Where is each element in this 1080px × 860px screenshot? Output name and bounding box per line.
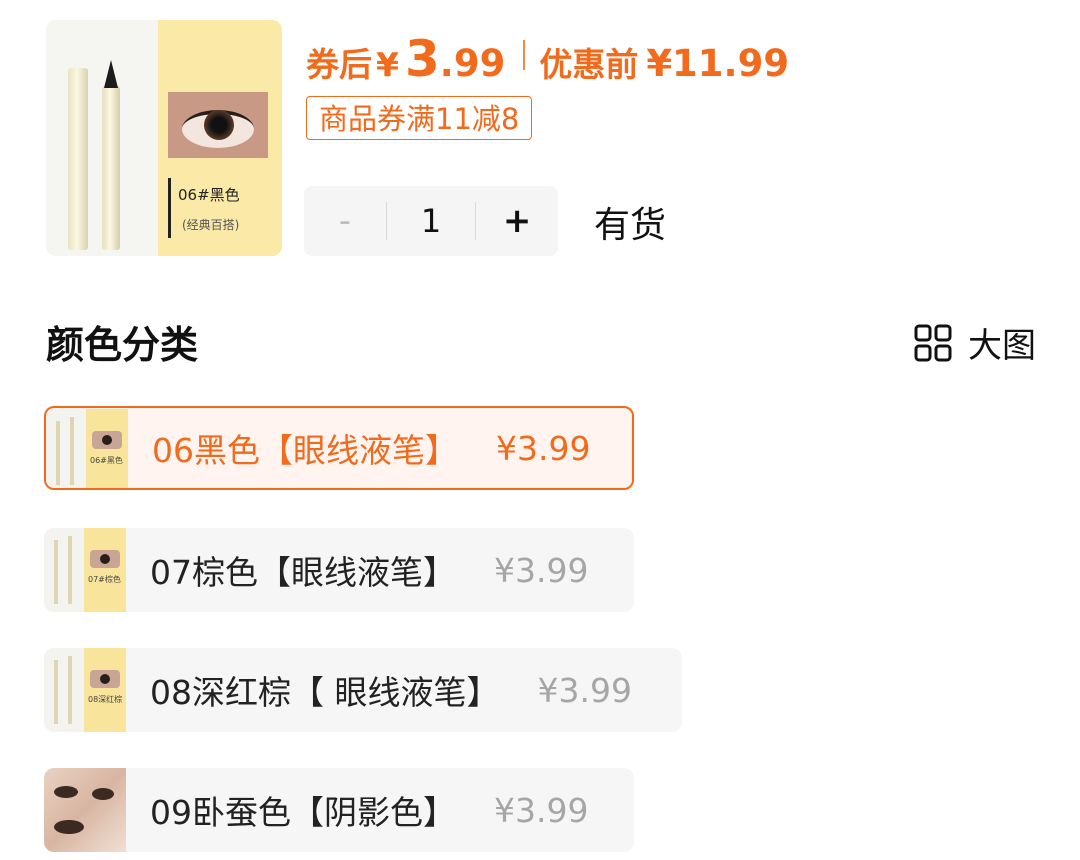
pre-discount-price: ¥11.99 bbox=[646, 42, 790, 85]
decrement-button[interactable]: - bbox=[304, 201, 386, 241]
price-decimal: .99 bbox=[439, 42, 506, 85]
variant-price: ¥3.99 bbox=[496, 428, 591, 468]
variant-price: ¥3.99 bbox=[537, 670, 632, 710]
variant-option-08[interactable]: 08深红棕 08深红棕【 眼线液笔】 ¥3.99 bbox=[44, 648, 682, 732]
quantity-stepper: - 1 + bbox=[304, 186, 558, 256]
price-divider bbox=[523, 40, 526, 70]
variant-option-09[interactable]: 09卧蚕色【阴影色】 ¥3.99 bbox=[44, 768, 634, 852]
pen-tip-image bbox=[104, 60, 118, 88]
variant-thumbnail: 07#棕色 bbox=[44, 528, 126, 612]
coupon-after-label: 券后 bbox=[306, 45, 372, 84]
thumbnail-label: 06#黑色 bbox=[178, 186, 240, 204]
eye-iris bbox=[204, 110, 234, 140]
variant-thumbnail: 08深红棕 bbox=[44, 648, 126, 732]
increment-button[interactable]: + bbox=[476, 201, 558, 241]
section-title: 颜色分类 bbox=[46, 323, 199, 367]
quantity-value[interactable]: 1 bbox=[387, 202, 475, 240]
variant-thumbnail bbox=[44, 768, 126, 852]
price-line: 券后 ¥ 3 .99 优惠前 ¥11.99 bbox=[306, 30, 789, 88]
pre-discount-label: 优惠前 bbox=[539, 45, 639, 84]
big-view-label: 大图 bbox=[968, 326, 1036, 366]
product-image-pen-side bbox=[46, 20, 158, 256]
variant-name: 09卧蚕色【阴影色】 bbox=[150, 793, 456, 832]
variant-name: 06黑色【眼线液笔】 bbox=[152, 431, 458, 470]
product-image[interactable]: 06#黑色 (经典百搭) bbox=[46, 20, 282, 256]
variant-name: 08深红棕【 眼线液笔】 bbox=[150, 673, 500, 712]
product-image-swatch-side: 06#黑色 (经典百搭) bbox=[158, 20, 282, 256]
coupon-badge[interactable]: 商品券满11减8 bbox=[306, 96, 533, 140]
variant-option-06[interactable]: 06#黑色 06黑色【眼线液笔】 ¥3.99 bbox=[44, 406, 634, 490]
eye-swatch-image bbox=[168, 92, 268, 158]
price-integer: 3 bbox=[404, 30, 440, 88]
big-view-button[interactable]: 大图 bbox=[914, 318, 1036, 367]
grid-icon bbox=[914, 324, 952, 361]
stock-status: 有货 bbox=[594, 205, 667, 246]
variant-thumbnail: 06#黑色 bbox=[46, 408, 128, 488]
variant-price: ¥3.99 bbox=[494, 550, 589, 590]
variant-name: 07棕色【眼线液笔】 bbox=[150, 553, 456, 592]
variant-price: ¥3.99 bbox=[494, 790, 589, 830]
pen-cap-image bbox=[102, 86, 120, 250]
thumbnail-sublabel: (经典百搭) bbox=[182, 218, 240, 232]
currency-symbol: ¥ bbox=[376, 45, 399, 84]
pen-body-image bbox=[68, 68, 88, 250]
variant-option-07[interactable]: 07#棕色 07棕色【眼线液笔】 ¥3.99 bbox=[44, 528, 634, 612]
swatch-line bbox=[168, 178, 171, 238]
